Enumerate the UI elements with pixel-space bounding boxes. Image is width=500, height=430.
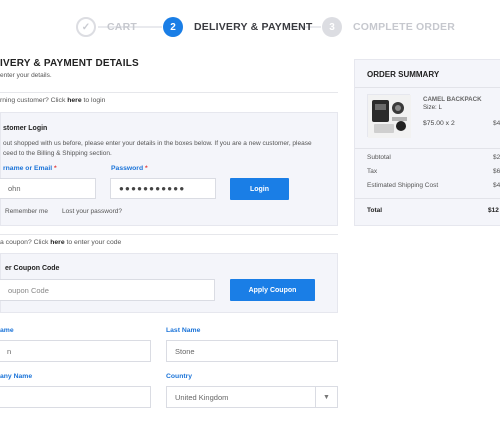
- order-summary-title: ORDER SUMMARY: [367, 70, 440, 79]
- country-select[interactable]: United Kingdom ▼: [166, 386, 338, 408]
- divider: [355, 87, 500, 88]
- divider: [0, 234, 338, 235]
- subtotal-label: Subtotal: [367, 154, 391, 161]
- login-here-link[interactable]: here: [67, 97, 81, 104]
- shipping-label: Estimated Shipping Cost: [367, 182, 439, 189]
- last-name-label: Last Name: [166, 327, 201, 334]
- product-size: Size: L: [423, 104, 442, 111]
- step-label: CART: [107, 21, 137, 33]
- checkout-progress: ✓ CART 2 DELIVERY & PAYMENT 3 COMPLETE O…: [0, 17, 500, 37]
- coupon-here-link[interactable]: here: [50, 239, 64, 246]
- order-summary: ORDER SUMMARY CAMEL BACKPACK Size: L $75…: [354, 59, 500, 226]
- country-label: Country: [166, 373, 193, 380]
- tax-value: $6: [493, 168, 500, 175]
- total-label: Total: [367, 207, 383, 214]
- step-cart[interactable]: ✓ CART: [76, 17, 137, 37]
- product-name: CAMEL BACKPACK: [423, 96, 482, 103]
- step-label: DELIVERY & PAYMENT: [194, 21, 313, 33]
- last-name-input[interactable]: Stone: [166, 340, 338, 362]
- company-name-input[interactable]: [0, 386, 151, 408]
- company-name-label: any Name: [0, 373, 33, 380]
- product-price: $75.00 x 2: [423, 120, 455, 127]
- returning-customer-note: rning customer? Click here to login: [0, 97, 106, 104]
- product-thumbnail: [367, 94, 411, 138]
- login-panel: stomer Login out shopped with us before,…: [0, 112, 338, 226]
- checkmark-icon: ✓: [76, 17, 96, 37]
- first-name-input[interactable]: n: [0, 340, 151, 362]
- login-button[interactable]: Login: [230, 178, 289, 200]
- shipping-value: $4: [493, 182, 500, 189]
- coupon-panel: er Coupon Code oupon Code Apply Coupon: [0, 253, 338, 313]
- divider: [0, 92, 338, 93]
- page-title: IVERY & PAYMENT DETAILS: [0, 58, 139, 69]
- chevron-down-icon: ▼: [315, 387, 337, 407]
- lost-password-link[interactable]: Lost your password?: [62, 208, 122, 215]
- page-subtitle: enter your details.: [0, 72, 52, 79]
- step-complete-order: 3 COMPLETE ORDER: [322, 17, 455, 37]
- coupon-note: a coupon? Click here to enter your code: [0, 239, 122, 246]
- total-value: $12: [488, 207, 499, 214]
- product-line-total: $4: [493, 120, 500, 127]
- step-number: 3: [322, 17, 342, 37]
- password-input[interactable]: ●●●●●●●●●●●: [110, 178, 216, 199]
- country-value: United Kingdom: [175, 392, 229, 402]
- coupon-title: er Coupon Code: [5, 265, 60, 272]
- apply-coupon-button[interactable]: Apply Coupon: [230, 279, 315, 301]
- step-delivery-payment: 2 DELIVERY & PAYMENT: [163, 17, 313, 37]
- step-label: COMPLETE ORDER: [353, 21, 455, 33]
- divider: [355, 148, 500, 149]
- remember-me-label[interactable]: Remember me: [5, 208, 48, 215]
- username-input[interactable]: ohn: [0, 178, 96, 199]
- login-title: stomer Login: [3, 125, 48, 132]
- login-description: out shopped with us before, please enter…: [3, 140, 312, 157]
- subtotal-value: $2: [493, 154, 500, 161]
- divider: [355, 198, 500, 199]
- password-label: Password *: [111, 165, 148, 172]
- coupon-input[interactable]: oupon Code: [0, 279, 215, 301]
- tax-label: Tax: [367, 168, 378, 175]
- step-number: 2: [163, 17, 183, 37]
- username-label: rname or Email *: [3, 165, 57, 172]
- first-name-label: ame: [0, 327, 14, 334]
